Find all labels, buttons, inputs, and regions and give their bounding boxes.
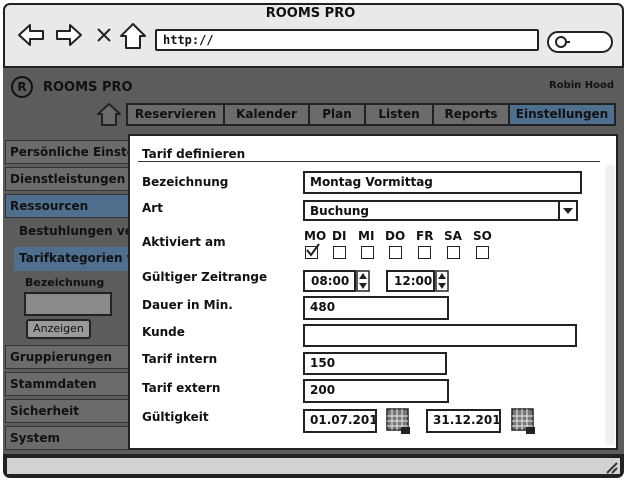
label-gueltigkeit: Gültigkeit: [142, 410, 209, 424]
tarif-extern-input[interactable]: 200: [303, 379, 449, 403]
sidebar-item-sicherheit[interactable]: Sicherheit: [5, 399, 129, 423]
time-from-input[interactable]: 08:00: [303, 270, 356, 292]
tab-einstellungen[interactable]: Einstellungen: [508, 103, 616, 126]
sidebar-item-persoenliche-einstellungen[interactable]: Persönliche Einstellungen: [5, 140, 129, 164]
app-home-icon[interactable]: [96, 102, 122, 126]
sidebar-item-dienstleistungen[interactable]: Dienstleistungen: [5, 167, 129, 191]
label-tarif-intern: Tarif intern: [142, 352, 218, 366]
sidebar-item-system[interactable]: System: [5, 426, 129, 450]
window-title: ROOMS PRO: [265, 6, 356, 21]
label-tarif-extern: Tarif extern: [142, 381, 221, 395]
label-dauer: Dauer in Min.: [142, 298, 233, 312]
day-label-fr: FR: [416, 229, 434, 243]
day-label-do: DO: [385, 229, 406, 243]
gueltig-bis-input[interactable]: 31.12.2015: [426, 409, 501, 433]
label-art: Art: [142, 201, 163, 215]
title-divider: [138, 161, 600, 162]
show-button[interactable]: Anzeigen: [26, 319, 91, 339]
tarif-intern-input[interactable]: 150: [303, 352, 447, 375]
sidebar-item-gruppierungen[interactable]: Gruppierungen: [5, 345, 129, 369]
checkbox-di[interactable]: [333, 246, 346, 259]
label-aktiviert-am: Aktiviert am: [142, 235, 226, 249]
checkbox-mi[interactable]: [361, 246, 374, 259]
close-x-icon[interactable]: [96, 27, 112, 43]
checkbox-sa[interactable]: [447, 246, 460, 259]
forward-arrow-icon[interactable]: [55, 22, 82, 48]
dauer-input[interactable]: 480: [303, 296, 449, 320]
back-arrow-icon[interactable]: [17, 22, 44, 48]
day-label-mi: MI: [358, 229, 375, 243]
app-logo: R: [11, 76, 33, 98]
tab-plan[interactable]: Plan: [308, 103, 366, 126]
time-to-input[interactable]: 12:00: [386, 270, 435, 292]
calendar-icon[interactable]: [386, 407, 412, 435]
url-input[interactable]: http://: [155, 29, 539, 51]
sidebar-item-stammdaten[interactable]: Stammdaten: [5, 372, 129, 396]
tab-reservieren[interactable]: Reservieren: [126, 103, 225, 126]
tab-kalender[interactable]: Kalender: [223, 103, 310, 126]
chevron-down-icon[interactable]: [558, 202, 576, 219]
browser-search-input[interactable]: [547, 31, 613, 53]
label-zeitrange: Gültiger Zeitrange: [142, 270, 268, 284]
dialog-title: Tarif definieren: [142, 147, 246, 161]
status-bar: [5, 456, 622, 476]
calendar-icon[interactable]: [511, 407, 537, 435]
home-icon[interactable]: [119, 22, 146, 49]
day-label-sa: SA: [444, 229, 462, 243]
label-kunde: Kunde: [142, 325, 185, 339]
app-name: ROOMS PRO: [43, 80, 133, 95]
checkbox-mo[interactable]: [305, 243, 320, 259]
label-bezeichnung: Bezeichnung: [142, 175, 229, 189]
sidebar-item-ressourcen[interactable]: Ressourcen: [5, 194, 129, 218]
bezeichnung-input[interactable]: Montag Vormittag: [303, 171, 582, 194]
sidebar-filter-input[interactable]: [24, 292, 112, 316]
art-select[interactable]: Buchung: [303, 200, 578, 221]
day-label-di: DI: [332, 229, 347, 243]
checkbox-so[interactable]: [476, 246, 489, 259]
sidebar-filter-label: Bezeichnung: [25, 276, 105, 289]
search-icon: [555, 35, 571, 52]
tab-listen[interactable]: Listen: [364, 103, 434, 126]
time-from-spinner-icon[interactable]: [356, 270, 370, 292]
resize-grip-icon[interactable]: [604, 460, 618, 474]
checkmark-icon: [306, 243, 320, 257]
sidebar-subitem-bestuhlungen[interactable]: Bestuhlungen verwalten: [14, 220, 129, 244]
day-label-so: SO: [473, 229, 492, 243]
sidebar-subitem-tarifkategorien[interactable]: Tarifkategorien verwalten: [14, 247, 129, 271]
user-name[interactable]: Robin Hood: [549, 80, 614, 91]
time-to-spinner-icon[interactable]: [435, 270, 449, 292]
gueltig-von-input[interactable]: 01.07.2011: [303, 409, 377, 433]
tab-reports[interactable]: Reports: [432, 103, 510, 126]
checkbox-do[interactable]: [389, 246, 402, 259]
kunde-input[interactable]: [303, 324, 577, 347]
checkbox-fr[interactable]: [418, 246, 431, 259]
art-select-value: Buchung: [310, 204, 370, 218]
dialog-scrollbar[interactable]: [605, 165, 615, 445]
day-label-mo: MO: [304, 229, 327, 243]
